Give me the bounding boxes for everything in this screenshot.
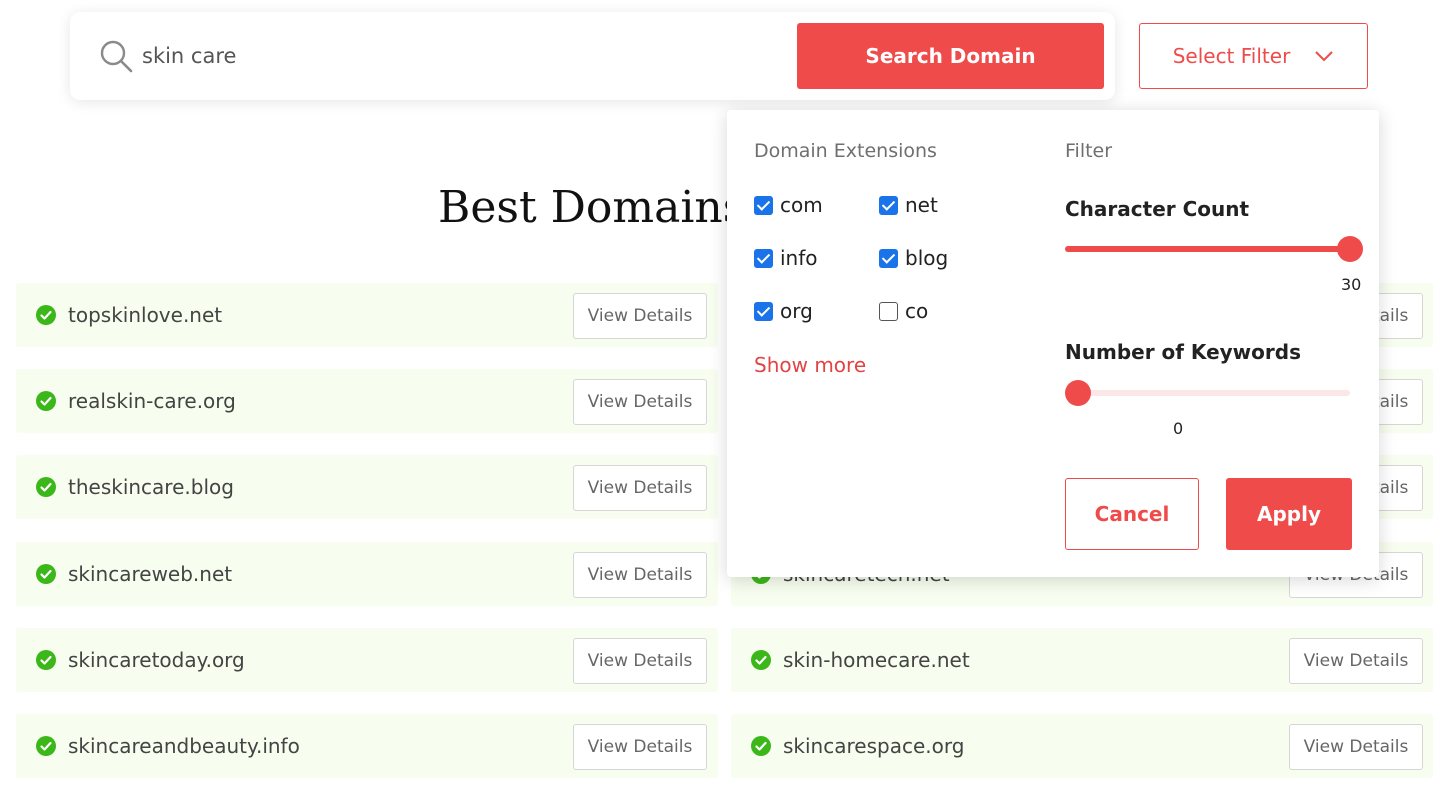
extension-label: info xyxy=(780,246,818,270)
extension-checkbox-net[interactable]: net xyxy=(879,193,938,217)
check-circle-icon xyxy=(36,564,56,584)
domain-name: realskin-care.org xyxy=(68,389,236,413)
view-details-button[interactable]: View Details xyxy=(573,724,707,770)
search-bar: Search Domain xyxy=(70,12,1115,100)
show-more-link[interactable]: Show more xyxy=(754,353,866,377)
cancel-button[interactable]: Cancel xyxy=(1065,478,1199,550)
keywords-value: 0 xyxy=(1173,419,1184,438)
domain-row: topskinlove.net View Details xyxy=(16,283,718,347)
view-details-button[interactable]: View Details xyxy=(1289,724,1423,770)
domain-name: skincaretoday.org xyxy=(68,648,245,672)
domain-row: realskin-care.org View Details xyxy=(16,369,718,433)
extension-label: com xyxy=(780,193,823,217)
checkbox-checked-icon[interactable] xyxy=(754,248,773,268)
domain-extensions-heading: Domain Extensions xyxy=(754,140,937,162)
check-circle-icon xyxy=(36,736,56,756)
domain-name: skin-homecare.net xyxy=(783,648,970,672)
select-filter-button[interactable]: Select Filter xyxy=(1139,23,1368,89)
filter-dropdown-panel: Domain Extensions Filter com net info blog o… xyxy=(727,110,1379,577)
search-icon xyxy=(100,40,133,73)
view-details-button[interactable]: View Details xyxy=(1289,638,1423,684)
keywords-slider-handle[interactable] xyxy=(1065,380,1091,406)
domain-name: skincareandbeauty.info xyxy=(68,734,300,758)
keywords-slider-track[interactable] xyxy=(1065,390,1350,396)
character-count-slider-handle[interactable] xyxy=(1337,236,1363,262)
character-count-value: 30 xyxy=(1341,275,1362,294)
extension-label: blog xyxy=(905,246,949,270)
character-count-slider-fill xyxy=(1065,246,1350,252)
extension-checkbox-com[interactable]: com xyxy=(754,193,823,217)
checkbox-checked-icon[interactable] xyxy=(879,195,898,215)
domain-name: theskincare.blog xyxy=(68,475,234,499)
view-details-button[interactable]: View Details xyxy=(573,293,707,339)
domain-row: skin-homecare.net View Details xyxy=(731,628,1433,692)
domain-name: topskinlove.net xyxy=(68,303,223,327)
extension-checkbox-info[interactable]: info xyxy=(754,246,818,270)
checkbox-checked-icon[interactable] xyxy=(754,301,773,321)
checkbox-unchecked-icon[interactable] xyxy=(879,301,898,321)
checkbox-checked-icon[interactable] xyxy=(754,195,773,215)
character-count-label: Character Count xyxy=(1065,197,1250,221)
number-of-keywords-label: Number of Keywords xyxy=(1065,340,1301,364)
view-details-button[interactable]: View Details xyxy=(573,552,707,598)
filter-heading: Filter xyxy=(1065,140,1113,162)
check-circle-icon xyxy=(751,736,771,756)
extension-label: net xyxy=(905,193,938,217)
extension-label: co xyxy=(905,299,929,323)
extension-label: org xyxy=(780,299,813,323)
domain-row: skincareandbeauty.info View Details xyxy=(16,714,718,778)
chevron-down-icon xyxy=(1315,51,1334,62)
domain-row: theskincare.blog View Details xyxy=(16,455,718,519)
select-filter-label: Select Filter xyxy=(1172,44,1291,68)
view-details-button[interactable]: View Details xyxy=(573,638,707,684)
domain-name: skincareweb.net xyxy=(68,562,233,586)
apply-button[interactable]: Apply xyxy=(1226,478,1352,550)
page-title: Best Domains xyxy=(438,182,746,233)
domain-row: skincarespace.org View Details xyxy=(731,714,1433,778)
search-input[interactable] xyxy=(142,38,762,74)
check-circle-icon xyxy=(36,650,56,670)
check-circle-icon xyxy=(36,391,56,411)
search-domain-button[interactable]: Search Domain xyxy=(797,23,1104,89)
domain-name: skincarespace.org xyxy=(783,734,965,758)
domain-row: skincareweb.net View Details xyxy=(16,542,718,606)
view-details-button[interactable]: View Details xyxy=(573,465,707,511)
extension-checkbox-co[interactable]: co xyxy=(879,299,928,323)
view-details-button[interactable]: View Details xyxy=(573,379,707,425)
extension-checkbox-blog[interactable]: blog xyxy=(879,246,948,270)
character-count-slider-track[interactable] xyxy=(1065,246,1350,252)
extension-checkbox-org[interactable]: org xyxy=(754,299,813,323)
check-circle-icon xyxy=(751,650,771,670)
check-circle-icon xyxy=(36,477,56,497)
check-circle-icon xyxy=(36,305,56,325)
domain-row: skincaretoday.org View Details xyxy=(16,628,718,692)
checkbox-checked-icon[interactable] xyxy=(879,248,898,268)
